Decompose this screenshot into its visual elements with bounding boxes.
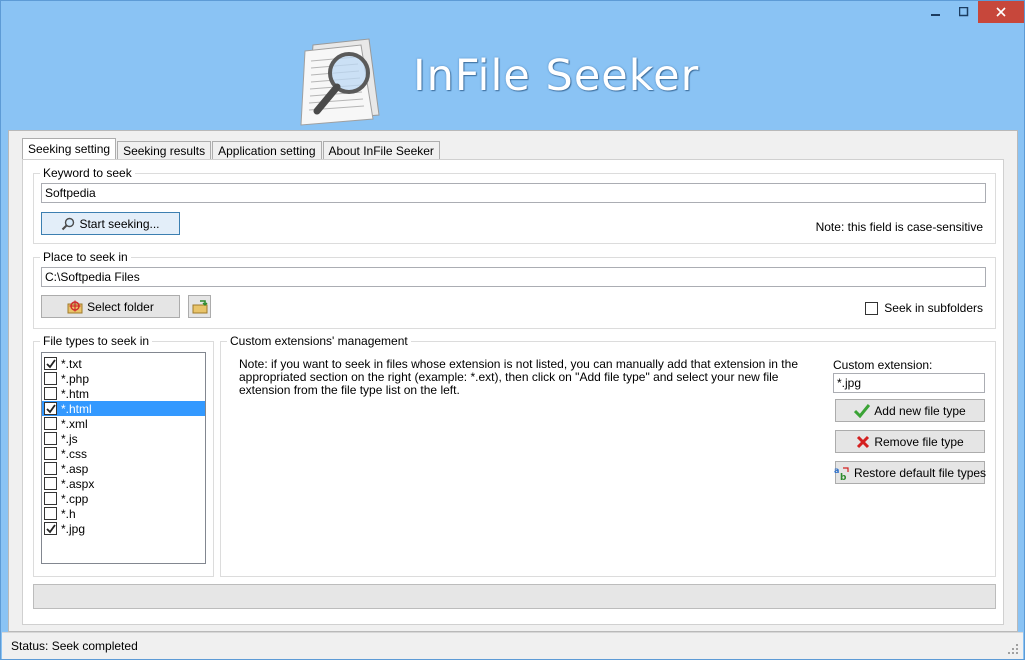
keyword-group: Keyword to seek Start seeking... Note: t… xyxy=(33,166,996,244)
red-x-icon xyxy=(856,435,870,449)
file-type-checkbox[interactable] xyxy=(44,477,57,490)
file-type-checkbox[interactable] xyxy=(44,372,57,385)
status-bar: Status: Seek completed xyxy=(2,632,1023,659)
file-type-label: *.cpp xyxy=(61,491,89,506)
file-type-item[interactable]: *.xml xyxy=(42,416,205,431)
restore-default-file-types-label: Restore default file types xyxy=(853,465,987,480)
remove-file-type-button[interactable]: Remove file type xyxy=(835,430,985,453)
file-type-label: *.xml xyxy=(61,416,88,431)
custom-extensions-group: Custom extensions' management Note: if y… xyxy=(220,334,996,577)
custom-extensions-note: Note: if you want to seek in files whose… xyxy=(239,357,798,397)
file-type-item[interactable]: *.php xyxy=(42,371,205,386)
custom-extension-input[interactable] xyxy=(833,373,985,393)
remove-file-type-label: Remove file type xyxy=(874,434,964,449)
file-type-label: *.htm xyxy=(61,386,90,401)
file-types-group: File types to seek in *.txt *.php *.htm *.h… xyxy=(33,334,214,577)
file-type-label: *.html xyxy=(61,401,92,416)
checkmark-icon xyxy=(854,403,871,418)
file-type-item[interactable]: *.aspx xyxy=(42,476,205,491)
file-type-item[interactable]: *.jpg xyxy=(42,521,205,536)
file-type-label: *.css xyxy=(61,446,88,461)
custom-extension-label: Custom extension: xyxy=(833,358,933,372)
file-type-checkbox[interactable] xyxy=(44,447,57,460)
place-group-label: Place to seek in xyxy=(40,250,131,264)
svg-text:b: b xyxy=(840,473,847,481)
progress-bar xyxy=(33,584,996,609)
magnifier-documents-icon xyxy=(300,38,380,126)
case-sensitive-note: Note: this field is case-sensitive xyxy=(815,220,983,234)
file-types-list[interactable]: *.txt *.php *.htm *.html *.xml *.js *.css *.asp… xyxy=(41,352,206,564)
file-type-item[interactable]: *.txt xyxy=(42,356,205,371)
tab-seeking-results[interactable]: Seeking results xyxy=(117,141,212,160)
custom-extensions-group-label: Custom extensions' management xyxy=(227,334,411,348)
status-text: Status: Seek completed xyxy=(11,639,138,653)
file-types-group-label: File types to seek in xyxy=(40,334,153,348)
seeking-setting-page: Keyword to seek Start seeking... Note: t… xyxy=(22,159,1004,625)
file-type-label: *.jpg xyxy=(61,521,86,536)
file-type-checkbox[interactable] xyxy=(44,417,57,430)
file-type-item[interactable]: *.cpp xyxy=(42,491,205,506)
file-type-label: *.aspx xyxy=(61,476,95,491)
tab-seeking-setting[interactable]: Seeking setting xyxy=(22,138,117,160)
file-type-item[interactable]: *.h xyxy=(42,506,205,521)
file-type-item[interactable]: *.htm xyxy=(42,386,205,401)
file-type-label: *.txt xyxy=(61,356,82,371)
app-title: InFile Seeker xyxy=(413,51,700,101)
checkmark-icon xyxy=(45,358,56,368)
tab-about[interactable]: About InFile Seeker xyxy=(322,141,440,160)
file-type-checkbox[interactable] xyxy=(44,522,57,535)
file-type-checkbox[interactable] xyxy=(44,357,57,370)
place-group: Place to seek in Select folder Seek in s… xyxy=(33,250,996,329)
file-type-item[interactable]: *.js xyxy=(42,431,205,446)
svg-text:a: a xyxy=(834,466,839,475)
add-file-type-label: Add new file type xyxy=(874,403,966,418)
file-type-checkbox[interactable] xyxy=(44,507,57,520)
app-window: InFile Seeker Seeking setting Seeking re… xyxy=(0,0,1025,660)
open-folder-button[interactable] xyxy=(188,295,211,318)
select-folder-button[interactable]: Select folder xyxy=(41,295,180,318)
file-type-checkbox[interactable] xyxy=(44,387,57,400)
tab-bar: Seeking setting Seeking results Applicat… xyxy=(22,138,441,160)
app-header: InFile Seeker xyxy=(1,1,1024,131)
file-type-item[interactable]: *.css xyxy=(42,446,205,461)
resize-grip-icon[interactable] xyxy=(1007,643,1019,655)
keyword-input[interactable] xyxy=(41,183,986,203)
checkmark-icon xyxy=(45,403,56,413)
seek-subfolders-check[interactable] xyxy=(865,301,879,315)
restore-ab-icon: ab xyxy=(834,465,850,481)
file-type-checkbox[interactable] xyxy=(44,462,57,475)
open-folder-icon xyxy=(192,299,207,313)
file-type-checkbox[interactable] xyxy=(44,432,57,445)
folder-target-icon xyxy=(67,300,83,314)
add-file-type-button[interactable]: Add new file type xyxy=(835,399,985,422)
start-seeking-button[interactable]: Start seeking... xyxy=(41,212,180,235)
search-icon xyxy=(61,217,75,231)
select-folder-label: Select folder xyxy=(87,299,154,314)
checkmark-icon xyxy=(45,523,56,533)
file-type-label: *.h xyxy=(61,506,76,521)
keyword-group-label: Keyword to seek xyxy=(40,166,135,180)
tab-application-setting[interactable]: Application setting xyxy=(212,141,322,160)
main-panel: Seeking setting Seeking results Applicat… xyxy=(8,130,1018,632)
file-type-label: *.js xyxy=(61,431,78,446)
seek-subfolders-label: Seek in subfolders xyxy=(884,301,983,315)
file-type-label: *.asp xyxy=(61,461,89,476)
restore-default-file-types-button[interactable]: ab Restore default file types xyxy=(834,461,987,484)
file-type-item[interactable]: *.html xyxy=(42,401,205,416)
file-type-label: *.php xyxy=(61,371,90,386)
file-type-checkbox[interactable] xyxy=(44,492,57,505)
start-seeking-label: Start seeking... xyxy=(79,216,160,231)
file-type-checkbox[interactable] xyxy=(44,402,57,415)
seek-subfolders-checkbox[interactable]: Seek in subfolders xyxy=(865,301,983,315)
folder-path-input[interactable] xyxy=(41,267,986,287)
file-type-item[interactable]: *.asp xyxy=(42,461,205,476)
